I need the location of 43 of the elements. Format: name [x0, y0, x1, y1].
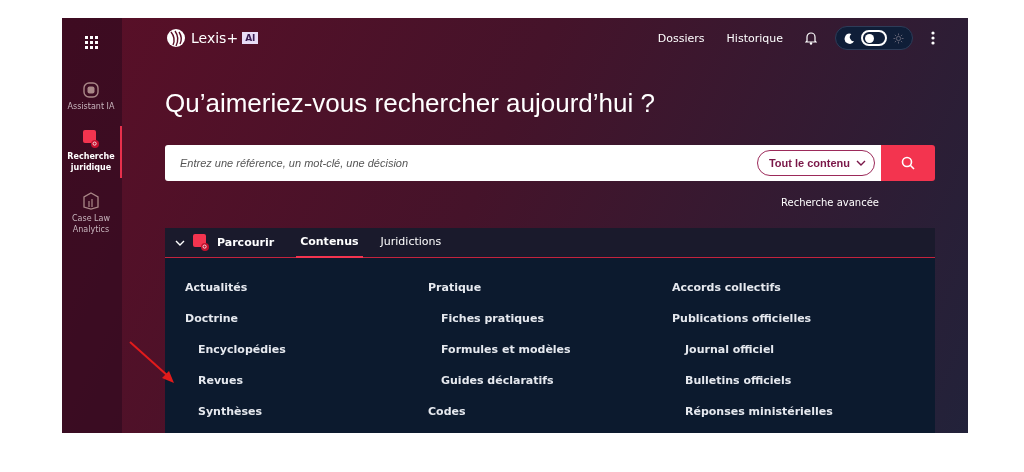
- bell-icon[interactable]: [805, 31, 817, 45]
- search-icon: [83, 130, 99, 149]
- chat-icon: [83, 82, 99, 98]
- nav-link[interactable]: Historique: [726, 31, 783, 45]
- sidebar-item[interactable]: Assistant IA: [62, 78, 122, 117]
- category-link[interactable]: Journal officiel: [672, 334, 915, 365]
- category-link[interactable]: Formules et modèles: [428, 334, 672, 365]
- sun-icon: [893, 32, 904, 44]
- category-link[interactable]: Pratique: [428, 272, 672, 303]
- category-link[interactable]: Accords collectifs: [672, 272, 915, 303]
- ai-badge: AI: [242, 32, 259, 44]
- advanced-search-link[interactable]: Recherche avancée: [781, 197, 879, 208]
- theme-toggle[interactable]: [835, 26, 913, 50]
- category-link[interactable]: Codes: [428, 396, 672, 427]
- category-link[interactable]: Réponses ministérielles: [672, 396, 915, 427]
- sidebar-item[interactable]: Recherche juridique: [62, 126, 122, 178]
- scope-dropdown[interactable]: Tout le contenu: [756, 150, 875, 176]
- category-link[interactable]: Doctrine: [185, 303, 428, 334]
- category-link[interactable]: Guides déclaratifs: [428, 365, 672, 396]
- search-icon: [193, 234, 209, 251]
- logo-text: Lexis+: [191, 30, 239, 46]
- chevron-icon[interactable]: [175, 239, 185, 246]
- logo-icon: [165, 28, 187, 48]
- category-link[interactable]: Fiches pratiques: [428, 303, 672, 334]
- tab[interactable]: Contenus: [296, 227, 363, 258]
- panel-title: Parcourir: [217, 236, 275, 249]
- chevron-down-icon: [856, 160, 866, 166]
- more-icon[interactable]: [931, 31, 935, 45]
- tab[interactable]: Juridictions: [376, 227, 446, 258]
- search-field[interactable]: Entrez une référence, un mot-clé, une décision Tout le contenu: [165, 145, 881, 181]
- category-link[interactable]: Encyclopédies: [185, 334, 428, 365]
- page-title: Qu’aimeriez-vous rechercher aujourd’hui ?: [165, 88, 656, 119]
- category-link[interactable]: Actualités: [185, 272, 428, 303]
- chart-icon: [83, 191, 99, 210]
- moon-icon: [844, 32, 855, 44]
- apps-grid-icon[interactable]: [85, 36, 99, 50]
- category-link[interactable]: Bulletins officiels: [672, 365, 915, 396]
- nav-link[interactable]: Dossiers: [657, 31, 705, 45]
- sidebar-item[interactable]: Case Law Analytics: [62, 187, 122, 239]
- category-link[interactable]: Publications officielles: [672, 303, 915, 334]
- search-icon: [901, 156, 915, 170]
- category-link[interactable]: Synthèses: [185, 396, 428, 427]
- category-link[interactable]: Revues: [185, 365, 428, 396]
